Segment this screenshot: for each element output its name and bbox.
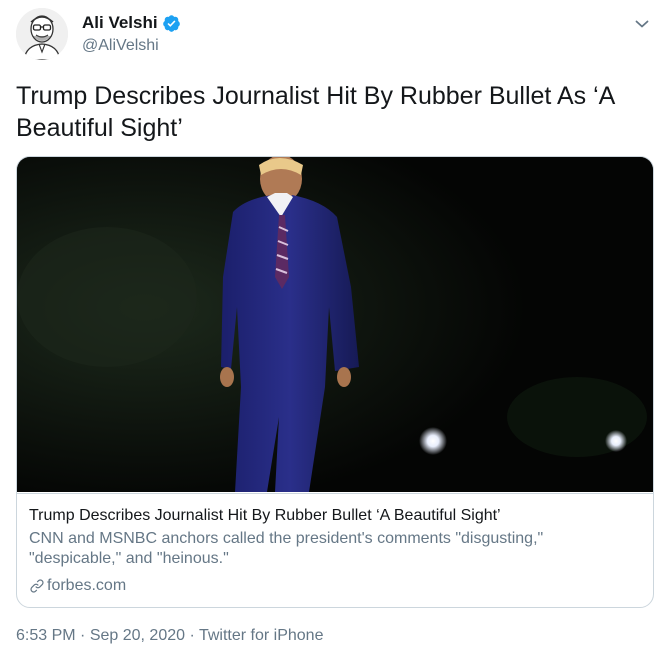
tweet-source[interactable]: Twitter for iPhone	[199, 627, 324, 644]
tweet-text: Trump Describes Journalist Hit By Rubber…	[16, 82, 614, 142]
tweet-date[interactable]: Sep 20, 2020	[90, 627, 185, 644]
card-description: CNN and MSNBC anchors called the preside…	[29, 530, 544, 567]
tweet-time[interactable]: 6:53 PM	[16, 627, 76, 644]
verified-badge-icon	[162, 14, 181, 33]
author-handle[interactable]: @AliVelshi	[82, 37, 181, 55]
avatar[interactable]	[16, 8, 68, 60]
meta-separator: ·	[80, 627, 90, 644]
author-info: Ali Velshi @AliVelshi	[82, 12, 181, 55]
tweet: Ali Velshi @AliVelshi Trump Describes Jo…	[0, 0, 671, 662]
tweet-header: Ali Velshi @AliVelshi	[16, 8, 656, 64]
tweet-metadata: 6:53 PM · Sep 20, 2020 · Twitter for iPh…	[16, 627, 323, 645]
card-title: Trump Describes Journalist Hit By Rubber…	[29, 507, 501, 524]
card-domain: forbes.com	[29, 577, 641, 595]
author-name-row: Ali Velshi	[82, 12, 181, 34]
avatar-illustration	[16, 8, 68, 60]
card-body[interactable]: Trump Describes Journalist Hit By Rubber…	[17, 493, 653, 607]
link-card[interactable]: Trump Describes Journalist Hit By Rubber…	[16, 156, 654, 608]
chevron-down-icon[interactable]	[630, 12, 654, 36]
card-photo	[17, 157, 653, 492]
link-icon	[29, 578, 45, 594]
author-display-name[interactable]: Ali Velshi	[82, 13, 158, 33]
card-image[interactable]	[17, 157, 653, 492]
meta-separator: ·	[189, 627, 199, 644]
card-domain-text: forbes.com	[47, 577, 127, 594]
